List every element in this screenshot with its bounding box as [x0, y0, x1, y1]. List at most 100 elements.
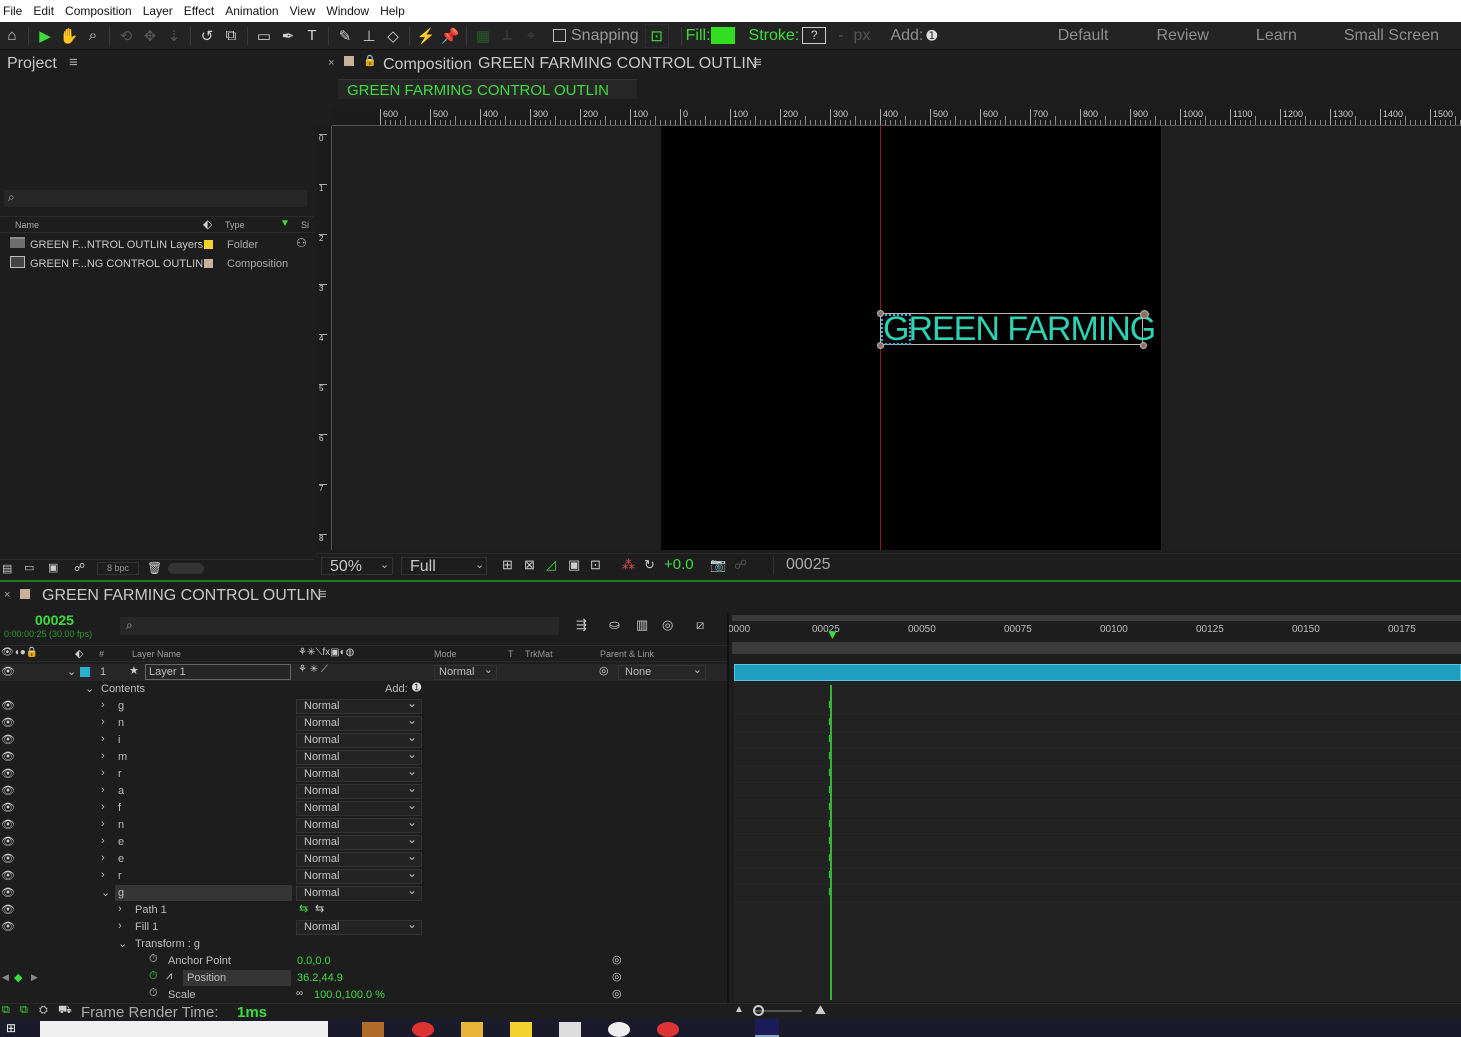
menu-animation[interactable]: Animation — [222, 4, 286, 18]
eye-icon[interactable]: 👁 — [1, 786, 15, 797]
panel-menu-icon[interactable]: ≡ — [69, 54, 78, 71]
add-label[interactable]: Add: — [385, 683, 408, 695]
snap-options-icon[interactable]: ⊡ — [644, 23, 669, 48]
interpret-footage-icon[interactable]: ▤ — [2, 562, 12, 575]
lock-icon[interactable] — [344, 56, 354, 66]
current-frame[interactable]: 00025 — [35, 612, 74, 628]
expand-chevron-icon[interactable]: ⌄ — [118, 937, 127, 950]
add-label[interactable]: Add: — [890, 27, 923, 45]
keyframe-icon[interactable]: ◆ — [14, 971, 22, 984]
text-layer-bounding-box[interactable]: GREEN FARMING — [877, 310, 1156, 349]
eye-icon[interactable]: 👁 — [1, 905, 15, 916]
eye-icon[interactable]: 👁 — [1, 837, 15, 848]
project-item[interactable]: GREEN F...NG CONTROL OUTLIN Composition — [0, 255, 314, 273]
orbit-tool-icon[interactable]: ⟲ — [114, 24, 138, 48]
path-row[interactable]: 👁 › Path 1 ⇆ ⇆ — [0, 902, 728, 919]
blend-mode-dropdown[interactable]: Normal — [296, 918, 422, 935]
scale-row[interactable]: ⏱ Scale ∞ 100.0,100.0 % ◎ — [0, 987, 728, 1004]
fill-row[interactable]: 👁 › Fill 1 Normal — [0, 918, 728, 936]
work-area-bar[interactable] — [732, 615, 1461, 621]
eraser-tool-icon[interactable]: ◇ — [381, 24, 405, 48]
zoom-dropdown[interactable]: 50% ⌄ — [321, 557, 393, 575]
shape-group-name[interactable]: r — [115, 868, 292, 884]
constrain-proportions-icon[interactable]: ∞ — [296, 988, 303, 999]
expand-chevron-icon[interactable]: › — [101, 767, 105, 779]
label-color-swatch[interactable] — [204, 259, 213, 268]
track-row[interactable]: Ӏ — [734, 817, 1461, 834]
shape-group-name[interactable]: n — [115, 817, 292, 833]
expand-in-out-icon[interactable]: ⛭ — [39, 1004, 48, 1017]
track-row[interactable]: Ӏ — [734, 715, 1461, 732]
track-row[interactable]: Ӏ — [734, 834, 1461, 851]
taskbar-search-box[interactable] — [40, 1021, 328, 1037]
menu-view[interactable]: View — [287, 4, 324, 18]
snapshot-icon[interactable]: 📷 — [710, 557, 726, 573]
shape-group-name[interactable]: n — [115, 715, 292, 731]
shape-group-row[interactable]: 👁 › g Normal — [0, 697, 728, 715]
reset-exposure-icon[interactable]: ↻ — [644, 557, 655, 573]
track-row[interactable]: Ӏ — [734, 783, 1461, 800]
eye-icon[interactable]: 👁 — [1, 769, 15, 780]
current-time-indicator[interactable]: ▼ — [826, 627, 839, 642]
contents-row[interactable]: ⌄ Contents Add: ➊ — [0, 681, 728, 698]
taskbar-app-icon[interactable] — [559, 1022, 581, 1037]
av-features-icon[interactable]: 👁◖●🔒 — [1, 647, 38, 658]
col-layer-name[interactable]: Layer Name — [132, 649, 181, 659]
expand-chevron-icon[interactable]: › — [101, 784, 105, 796]
eye-icon[interactable]: 👁 — [1, 888, 15, 899]
timeline-title[interactable]: GREEN FARMING CONTROL OUTLIN — [42, 587, 321, 605]
project-title[interactable]: Project — [7, 55, 57, 73]
track-row[interactable]: Ӏ — [734, 766, 1461, 783]
eye-icon[interactable]: 👁 — [1, 871, 15, 882]
layer-row[interactable]: 👁 ⌄ 1 ★ Layer 1 ⚘ ✳ ⟋ Normal ⌄ ◎ None ⌄ — [0, 664, 728, 681]
rectangle-tool-icon[interactable]: ▭ — [252, 24, 276, 48]
zoom-in-icon[interactable]: ⛰ — [815, 1002, 826, 1018]
blend-mode-dropdown[interactable]: Normal — [296, 731, 422, 748]
eye-icon[interactable]: 👁 — [1, 922, 15, 933]
expand-transfer-icon[interactable]: ⧉ — [20, 1004, 28, 1017]
zoom-slider-handle[interactable] — [753, 1005, 764, 1016]
roto-brush-tool-icon[interactable]: ⚡ — [414, 24, 438, 48]
eye-icon[interactable]: 👁 — [1, 667, 15, 678]
stopwatch-icon[interactable]: ⏱ — [149, 970, 158, 983]
pick-whip-icon[interactable]: ◎ — [599, 664, 609, 677]
puppet-tool-icon[interactable]: 📌 — [438, 24, 462, 48]
motion-blur-icon[interactable]: ◎ — [662, 617, 673, 633]
shape-group-name[interactable]: r — [115, 766, 292, 782]
fill-swatch[interactable] — [710, 27, 735, 44]
shy-layers-icon[interactable]: ⛀ — [609, 617, 620, 633]
vertical-ruler[interactable]: 0123456789 — [316, 126, 332, 593]
hand-tool-icon[interactable]: ✋ — [57, 24, 81, 48]
stroke-swatch[interactable]: ? — [802, 27, 827, 44]
shape-group-name[interactable]: a — [115, 783, 292, 799]
transform-handle[interactable] — [1140, 342, 1147, 349]
shape-group-name[interactable]: g — [115, 698, 292, 714]
close-panel-icon[interactable]: × — [328, 57, 334, 69]
shape-group-name[interactable]: e — [115, 834, 292, 850]
flowchart-icon[interactable]: ⚇ — [296, 236, 307, 250]
eye-icon[interactable]: 👁 — [1, 718, 15, 729]
expand-chevron-icon[interactable]: › — [101, 869, 105, 881]
align-icon[interactable]: ▦ — [471, 24, 495, 48]
shape-group-name[interactable]: m — [115, 749, 292, 765]
expand-chevron-icon[interactable]: › — [101, 716, 105, 728]
comp-tab[interactable]: GREEN FARMING CONTROL OUTLIN — [338, 79, 637, 99]
path-direction-icon[interactable]: ⇆ — [299, 902, 308, 915]
blend-mode-dropdown[interactable]: Normal — [296, 867, 422, 884]
pan-tool-icon[interactable]: ✥ — [138, 24, 162, 48]
anchor-point-value[interactable]: 0.0,0.0 — [297, 955, 331, 967]
label-tag-icon[interactable]: ⬖ — [75, 647, 83, 660]
col-mode[interactable]: Mode — [434, 649, 457, 659]
transform-handle[interactable] — [1140, 310, 1149, 319]
clone-stamp-tool-icon[interactable]: ⊥ — [357, 24, 381, 48]
expand-chevron-icon[interactable]: ⌄ — [101, 886, 110, 899]
fill-label[interactable]: Fill: — [686, 27, 711, 45]
label-tag-icon[interactable]: ⬖ — [203, 217, 212, 231]
menu-help[interactable]: Help — [377, 4, 413, 18]
fast-previews-icon[interactable]: ▣ — [568, 557, 580, 573]
expand-chevron-icon[interactable]: › — [101, 801, 105, 813]
project-item[interactable]: GREEN F...NTROL OUTLIN Layers Folder ⚇ — [0, 236, 314, 254]
shape-group-row[interactable]: 👁 ⌄ g Normal — [0, 884, 728, 902]
anchor-point-row[interactable]: ⏱ Anchor Point 0.0,0.0 ◎ — [0, 953, 728, 970]
blend-mode-dropdown[interactable]: Normal — [296, 816, 422, 833]
